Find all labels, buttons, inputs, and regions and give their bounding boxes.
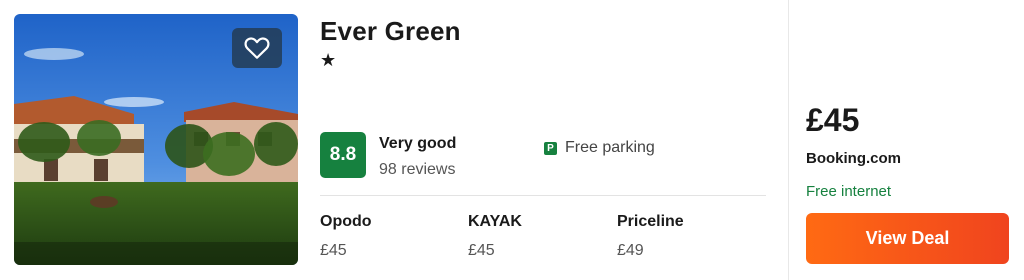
- hotel-photo[interactable]: [14, 14, 298, 265]
- star-rating-icon: ★: [320, 50, 337, 70]
- column-divider: [788, 0, 789, 280]
- deal-price: £45: [806, 102, 860, 138]
- deal-provider: Booking.com: [806, 150, 902, 167]
- provider-priceline[interactable]: Priceline £49: [617, 213, 684, 260]
- favorite-button[interactable]: [232, 28, 282, 68]
- provider-name: Priceline: [617, 213, 684, 230]
- heart-icon: [244, 37, 270, 59]
- provider-price: £45: [320, 242, 347, 259]
- provider-opodo[interactable]: Opodo £45: [320, 213, 372, 260]
- hotel-name[interactable]: Ever Green: [320, 16, 461, 47]
- divider: [320, 195, 766, 196]
- amenity-label: Free parking: [565, 139, 655, 156]
- provider-kayak[interactable]: KAYAK £45: [468, 213, 522, 260]
- parking-icon: P: [544, 141, 557, 155]
- hotel-result-card: Ever Green ★ 8.8 Very good 98 reviews P …: [0, 0, 1024, 280]
- provider-name: Opodo: [320, 213, 372, 230]
- provider-price: £45: [468, 242, 495, 259]
- provider-price: £49: [617, 242, 644, 259]
- provider-name: KAYAK: [468, 213, 522, 230]
- review-count[interactable]: 98 reviews: [379, 161, 455, 179]
- deal-perk: Free internet: [806, 183, 892, 200]
- rating-label: Very good: [379, 135, 457, 152]
- view-deal-button[interactable]: View Deal: [806, 213, 1009, 264]
- rating-score-badge: 8.8: [320, 132, 366, 178]
- amenity-free-parking: P Free parking: [544, 139, 655, 157]
